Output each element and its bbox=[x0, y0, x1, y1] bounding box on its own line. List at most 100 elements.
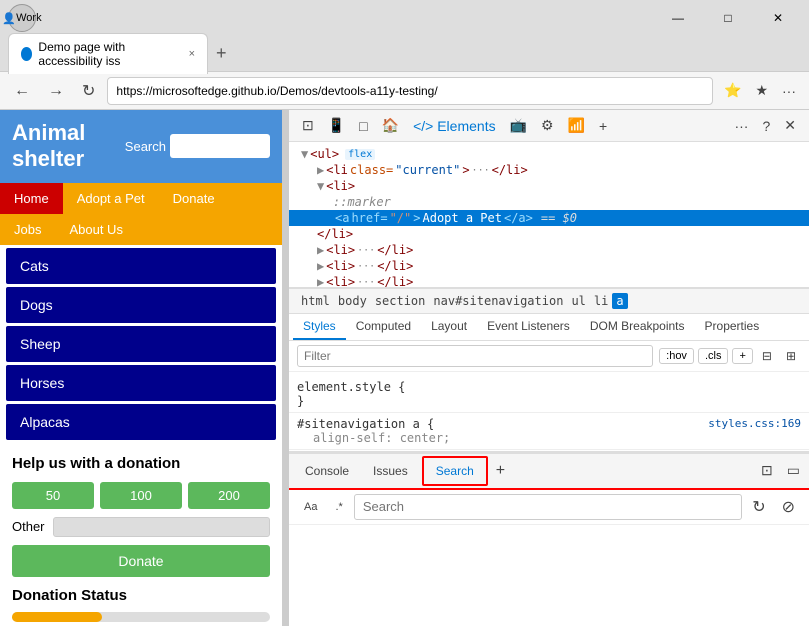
progress-bar bbox=[12, 612, 102, 622]
donate-button[interactable]: Donate bbox=[12, 545, 270, 577]
html-line-li-current[interactable]: ▶ <li class="current"> ··· </li> bbox=[289, 162, 809, 178]
device-tool[interactable]: 📱 bbox=[323, 114, 350, 137]
html-line-ul[interactable]: ▼ <ul> flex bbox=[289, 146, 809, 162]
tab-properties[interactable]: Properties bbox=[695, 314, 770, 340]
html-line-a-selected[interactable]: <a href="/"> Adopt a Pet </a> == $0 bbox=[289, 210, 809, 226]
wifi-tool[interactable]: 📶 bbox=[563, 114, 590, 137]
site-search-input[interactable] bbox=[170, 134, 270, 158]
elements-tool[interactable]: </> Elements bbox=[408, 115, 501, 137]
regex-button[interactable]: .* bbox=[328, 498, 349, 516]
html-line-li4[interactable]: ▶ <li> ··· </li> bbox=[289, 274, 809, 288]
search-toolbar: Aa .* ↻ ⊘ bbox=[289, 490, 809, 525]
html-line-li3[interactable]: ▶ <li> ··· </li> bbox=[289, 258, 809, 274]
address-bar: ← → ↻ ⭐ ★ ··· bbox=[0, 72, 809, 110]
inspect-tool[interactable]: ⊡ bbox=[297, 114, 319, 137]
collections-icon[interactable]: ⭐ bbox=[719, 79, 746, 102]
bc-ul[interactable]: ul bbox=[567, 293, 589, 309]
address-input[interactable] bbox=[107, 77, 713, 105]
other-input[interactable] bbox=[53, 517, 270, 537]
other-label: Other bbox=[12, 519, 45, 534]
nav-adopt[interactable]: Adopt a Pet bbox=[63, 183, 159, 214]
bottom-tabs: Console Issues Search + ⊡ ▭ bbox=[289, 452, 809, 488]
new-tab-button[interactable]: + bbox=[208, 43, 235, 64]
bc-html[interactable]: html bbox=[297, 293, 334, 309]
styles-tabs: Styles Computed Layout Event Listeners D… bbox=[289, 314, 809, 341]
html-line-marker[interactable]: ::marker bbox=[289, 194, 809, 210]
console-tab[interactable]: Console bbox=[293, 458, 361, 484]
profile-icon: 👤 bbox=[2, 12, 16, 25]
tab-layout[interactable]: Layout bbox=[421, 314, 477, 340]
breadcrumb: html body section nav#sitenavigation ul … bbox=[289, 288, 809, 314]
devtools-toolbar: ⊡ 📱 □ 🏠 </> Elements 📺 ⚙ 📶 + ··· ? ✕ bbox=[289, 110, 809, 142]
search-panel: Aa .* ↻ ⊘ bbox=[289, 488, 809, 626]
close-devtools[interactable]: ✕ bbox=[779, 114, 801, 137]
styles-panel: element.style { } #sitenavigation a { st… bbox=[289, 372, 809, 452]
forward-button[interactable]: → bbox=[42, 80, 70, 102]
undock-icon[interactable]: ⊡ bbox=[756, 459, 778, 482]
help-tool[interactable]: ? bbox=[757, 114, 775, 137]
favorites-icon[interactable]: ★ bbox=[750, 79, 773, 102]
search-tab[interactable]: Search bbox=[422, 456, 488, 486]
sidebar-horses[interactable]: Horses bbox=[6, 365, 276, 401]
add-tool[interactable]: + bbox=[594, 115, 612, 137]
nav-home[interactable]: Home bbox=[0, 183, 63, 214]
tab-bar: Demo page with accessibility iss × + bbox=[0, 36, 809, 72]
style-link[interactable]: styles.css:169 bbox=[708, 417, 801, 430]
html-line-li2[interactable]: ▶ <li> ··· </li> bbox=[289, 242, 809, 258]
tab-styles[interactable]: Styles bbox=[293, 314, 346, 340]
html-line-li-open[interactable]: ▼ <li> bbox=[289, 178, 809, 194]
nav-jobs[interactable]: Jobs bbox=[0, 214, 55, 245]
html-line-li-close[interactable]: </li> bbox=[289, 226, 809, 242]
network-tool[interactable]: 📺 bbox=[505, 114, 532, 137]
cls-filter[interactable]: .cls bbox=[698, 348, 729, 364]
donation-title: Help us with a donation bbox=[12, 455, 270, 472]
tab-computed[interactable]: Computed bbox=[346, 314, 421, 340]
bc-a[interactable]: a bbox=[612, 293, 627, 309]
add-panel-button[interactable]: + bbox=[490, 459, 511, 483]
profile-button[interactable]: 👤 Work bbox=[8, 4, 36, 32]
nav-about[interactable]: About Us bbox=[55, 214, 136, 245]
new-style-rule-icon[interactable]: ⊞ bbox=[781, 346, 801, 366]
refresh-button[interactable]: ↻ bbox=[76, 79, 101, 103]
close-button[interactable]: ✕ bbox=[755, 0, 801, 36]
search-clear-button[interactable]: ⊘ bbox=[776, 495, 801, 519]
styles-filter-input[interactable] bbox=[297, 345, 653, 367]
more-tools[interactable]: ··· bbox=[729, 114, 753, 137]
add-filter[interactable]: + bbox=[732, 348, 752, 364]
search-refresh-button[interactable]: ↻ bbox=[746, 495, 771, 519]
maximize-button[interactable]: □ bbox=[705, 0, 751, 36]
bc-section[interactable]: section bbox=[371, 293, 430, 309]
nav-donate[interactable]: Donate bbox=[159, 183, 229, 214]
more-icon[interactable]: ··· bbox=[777, 80, 801, 102]
sidebar-dogs[interactable]: Dogs bbox=[6, 287, 276, 323]
donation-amounts: 50 100 200 bbox=[12, 482, 270, 509]
tab-close-button[interactable]: × bbox=[189, 48, 195, 60]
toggle-sidebar-icon[interactable]: ⊟ bbox=[757, 346, 777, 366]
amount-50-button[interactable]: 50 bbox=[12, 482, 94, 509]
tab-dom-breakpoints[interactable]: DOM Breakpoints bbox=[580, 314, 695, 340]
sidebar-cats[interactable]: Cats bbox=[6, 248, 276, 284]
sidebar-alpacas[interactable]: Alpacas bbox=[6, 404, 276, 440]
browser-chrome: 👤 Work — □ ✕ Demo page with accessibilit… bbox=[0, 0, 809, 110]
elements-panel-btn[interactable]: □ bbox=[354, 115, 372, 137]
bc-body[interactable]: body bbox=[334, 293, 371, 309]
bc-li[interactable]: li bbox=[590, 293, 612, 309]
issues-tab[interactable]: Issues bbox=[361, 458, 420, 484]
sources-tool[interactable]: ⚙ bbox=[536, 114, 559, 137]
tab-event-listeners[interactable]: Event Listeners bbox=[477, 314, 580, 340]
active-tab[interactable]: Demo page with accessibility iss × bbox=[8, 33, 208, 74]
search-input[interactable] bbox=[354, 494, 742, 520]
amount-100-button[interactable]: 100 bbox=[100, 482, 182, 509]
bc-nav[interactable]: nav#sitenavigation bbox=[429, 293, 567, 309]
dock-icon[interactable]: ▭ bbox=[782, 459, 805, 482]
sidebar-sheep[interactable]: Sheep bbox=[6, 326, 276, 362]
profile-label: Work bbox=[16, 12, 41, 24]
back-button[interactable]: ← bbox=[8, 80, 36, 102]
home-tool[interactable]: 🏠 bbox=[377, 114, 404, 137]
match-case-button[interactable]: Aa bbox=[297, 498, 324, 516]
hov-filter[interactable]: :hov bbox=[659, 348, 694, 364]
minimize-button[interactable]: — bbox=[655, 0, 701, 36]
title-bar-left: 👤 Work bbox=[8, 4, 36, 32]
element-style-section: element.style { } bbox=[289, 376, 809, 413]
amount-200-button[interactable]: 200 bbox=[188, 482, 270, 509]
